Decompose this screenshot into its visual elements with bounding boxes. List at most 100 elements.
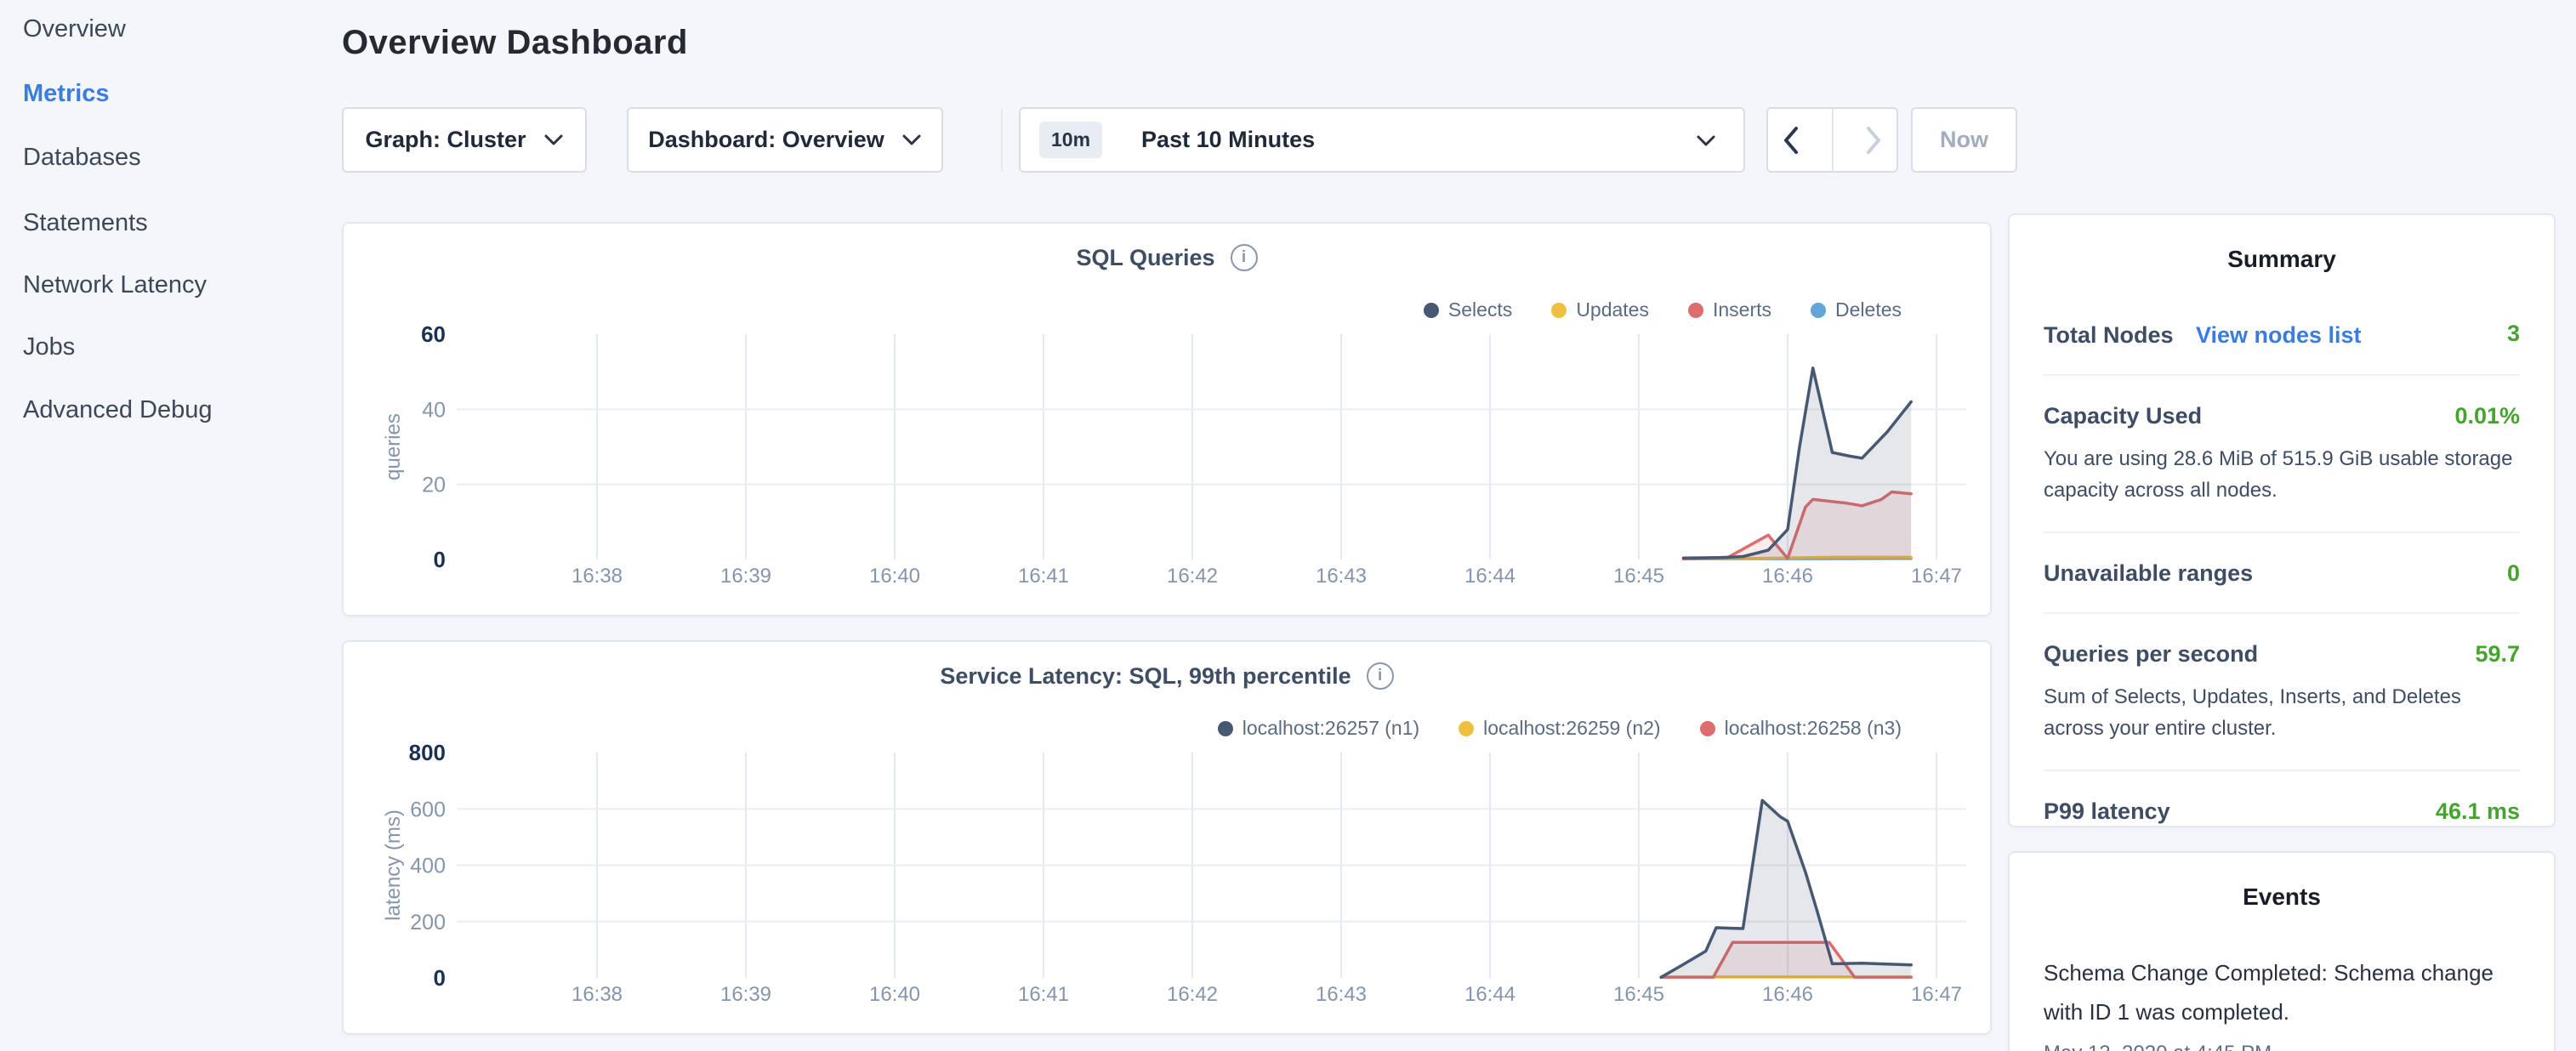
x-axis-tick-label: 16:46 <box>1762 565 1813 588</box>
y-axis-tick-label: 800 <box>409 740 446 765</box>
sql-queries-chart[interactable]: 16:38 16:39 16:40 16:41 16:42 16:43 16:44 16:45… <box>367 320 1983 596</box>
now-button-label: Now <box>1940 127 1988 153</box>
legend-item: Deletes <box>1811 298 1902 321</box>
time-step-buttons <box>1766 107 1898 173</box>
view-nodes-list-link[interactable]: View nodes list <box>2196 322 2362 348</box>
legend-item: Selects <box>1424 298 1512 321</box>
summary-panel: Summary Total Nodes View nodes list 3 Ca… <box>2008 213 2556 827</box>
events-panel: Events Schema Change Completed: Schema c… <box>2008 851 2556 1051</box>
x-axis-tick-label: 16:41 <box>1018 565 1069 588</box>
events-title: Events <box>2010 883 2554 911</box>
summary-value: 3 <box>2507 321 2520 347</box>
y-axis-title: latency (ms) <box>382 810 405 921</box>
legend-item: localhost:26259 (n2) <box>1459 717 1660 740</box>
info-icon[interactable]: i <box>1367 662 1394 690</box>
x-axis-tick-label: 16:44 <box>1464 983 1515 1006</box>
chevron-left-icon <box>1783 126 1800 155</box>
summary-row-capacity-used: Capacity Used 0.01% You are using 28.6 M… <box>2044 376 2520 533</box>
legend-label: localhost:26257 (n1) <box>1243 717 1419 740</box>
sidebar-item-jobs[interactable]: Jobs <box>23 330 75 364</box>
summary-label: P99 latency <box>2044 798 2170 824</box>
info-icon[interactable]: i <box>1231 244 1258 271</box>
y-axis-tick-label: 20 <box>422 474 446 497</box>
y-axis-tick-label: 40 <box>422 398 446 422</box>
x-axis-tick-label: 16:39 <box>720 983 771 1006</box>
chevron-down-icon <box>901 134 922 146</box>
page-title: Overview Dashboard <box>342 24 688 62</box>
summary-value: 0.01% <box>2454 403 2520 429</box>
x-axis-tick-label: 16:43 <box>1316 983 1367 1006</box>
chart-title: SQL Queries <box>1076 245 1214 271</box>
x-axis-tick-label: 16:47 <box>1911 565 1962 588</box>
sql-queries-chart-card: SQL Queries i Selects Updates Inserts Delet… <box>342 222 1992 616</box>
x-axis-tick-label: 16:42 <box>1167 983 1218 1006</box>
legend-item: Inserts <box>1688 298 1771 321</box>
chart-gridlines <box>457 334 1966 560</box>
chart-legend: localhost:26257 (n1) localhost:26259 (n2)… <box>1218 717 1902 740</box>
summary-title: Summary <box>2010 246 2554 273</box>
summary-label: Capacity Used <box>2044 403 2202 429</box>
event-item-text[interactable]: Schema Change Completed: Schema change w… <box>2044 953 2520 1031</box>
series-area <box>1661 800 1911 978</box>
x-axis-tick-label: 16:40 <box>869 565 920 588</box>
y-axis-tick-label: 0 <box>434 547 446 572</box>
x-axis-tick-label: 16:45 <box>1613 565 1664 588</box>
sidebar-item-overview[interactable]: Overview <box>23 12 126 46</box>
x-axis-tick-label: 16:45 <box>1613 983 1664 1006</box>
legend-label: Inserts <box>1713 298 1771 321</box>
x-axis-tick-label: 16:41 <box>1018 983 1069 1006</box>
legend-dot-icon <box>1424 303 1439 318</box>
summary-label: Total Nodes <box>2044 322 2174 348</box>
time-range-selector[interactable]: 10m Past 10 Minutes <box>1019 107 1745 173</box>
y-axis-tick-label: 0 <box>434 965 446 991</box>
sidebar-item-databases[interactable]: Databases <box>23 140 141 174</box>
chart-title: Service Latency: SQL, 99th percentile <box>940 663 1351 690</box>
legend-item: Updates <box>1551 298 1649 321</box>
sidebar-item-metrics[interactable]: Metrics <box>23 77 110 111</box>
summary-row-total-nodes: Total Nodes View nodes list 3 <box>2044 273 2520 376</box>
dashboard-dropdown[interactable]: Dashboard: Overview <box>627 107 943 173</box>
y-axis-tick-label: 60 <box>421 321 446 347</box>
x-axis-tick-label: 16:43 <box>1316 565 1367 588</box>
chart-axis-labels: 16:38 16:39 16:40 16:41 16:42 16:43 16:44 16:45… <box>382 321 1962 588</box>
chart-legend: Selects Updates Inserts Deletes <box>1424 298 1902 321</box>
service-latency-chart[interactable]: 16:3816:3916:4016:4116:4216:4316:4416:45… <box>367 738 1983 1014</box>
summary-label: Queries per second <box>2044 641 2258 667</box>
x-axis-tick-label: 16:42 <box>1167 565 1218 588</box>
time-range-label: Past 10 Minutes <box>1141 127 1315 153</box>
legend-dot-icon <box>1551 303 1567 318</box>
legend-label: localhost:26259 (n2) <box>1483 717 1660 740</box>
summary-row-queries-per-second: Queries per second 59.7 Sum of Selects, … <box>2044 614 2520 771</box>
legend-dot-icon <box>1700 721 1715 736</box>
x-axis-tick-label: 16:38 <box>571 983 623 1006</box>
sidebar-item-network-latency[interactable]: Network Latency <box>23 268 207 302</box>
y-axis-title: queries <box>382 413 405 480</box>
legend-dot-icon <box>1688 303 1703 318</box>
chart-series <box>1684 368 1912 560</box>
legend-item: localhost:26257 (n1) <box>1218 717 1419 740</box>
time-prev-button[interactable] <box>1768 109 1815 171</box>
sidebar-item-statements[interactable]: Statements <box>23 206 148 240</box>
legend-dot-icon <box>1218 721 1233 736</box>
chevron-down-icon <box>1696 134 1716 147</box>
summary-description: You are using 28.6 MiB of 515.9 GiB usab… <box>2044 443 2520 506</box>
event-item-timestamp: May 13, 2020 at 4:45 PM <box>2044 1042 2520 1051</box>
x-axis-tick-label: 16:44 <box>1464 565 1515 588</box>
legend-label: Updates <box>1576 298 1649 321</box>
graph-dropdown[interactable]: Graph: Cluster <box>342 107 587 173</box>
y-axis-tick-label: 200 <box>410 911 446 935</box>
toolbar-divider <box>1001 109 1003 171</box>
sidebar-item-advanced-debug[interactable]: Advanced Debug <box>23 393 213 427</box>
x-axis-tick-label: 16:38 <box>571 565 623 588</box>
summary-row-p99-latency: P99 latency 46.1 ms <box>2044 771 2520 850</box>
x-axis-tick-label: 16:39 <box>720 565 771 588</box>
graph-dropdown-label: Graph: Cluster <box>365 127 526 153</box>
now-button[interactable]: Now <box>1911 107 2017 173</box>
button-divider <box>1832 109 1834 171</box>
legend-dot-icon <box>1459 721 1474 736</box>
legend-dot-icon <box>1811 303 1826 318</box>
time-next-button[interactable] <box>1851 109 1897 171</box>
y-axis-tick-label: 400 <box>410 855 446 878</box>
x-axis-tick-label: 16:46 <box>1762 983 1813 1006</box>
y-axis-tick-label: 600 <box>410 798 446 821</box>
